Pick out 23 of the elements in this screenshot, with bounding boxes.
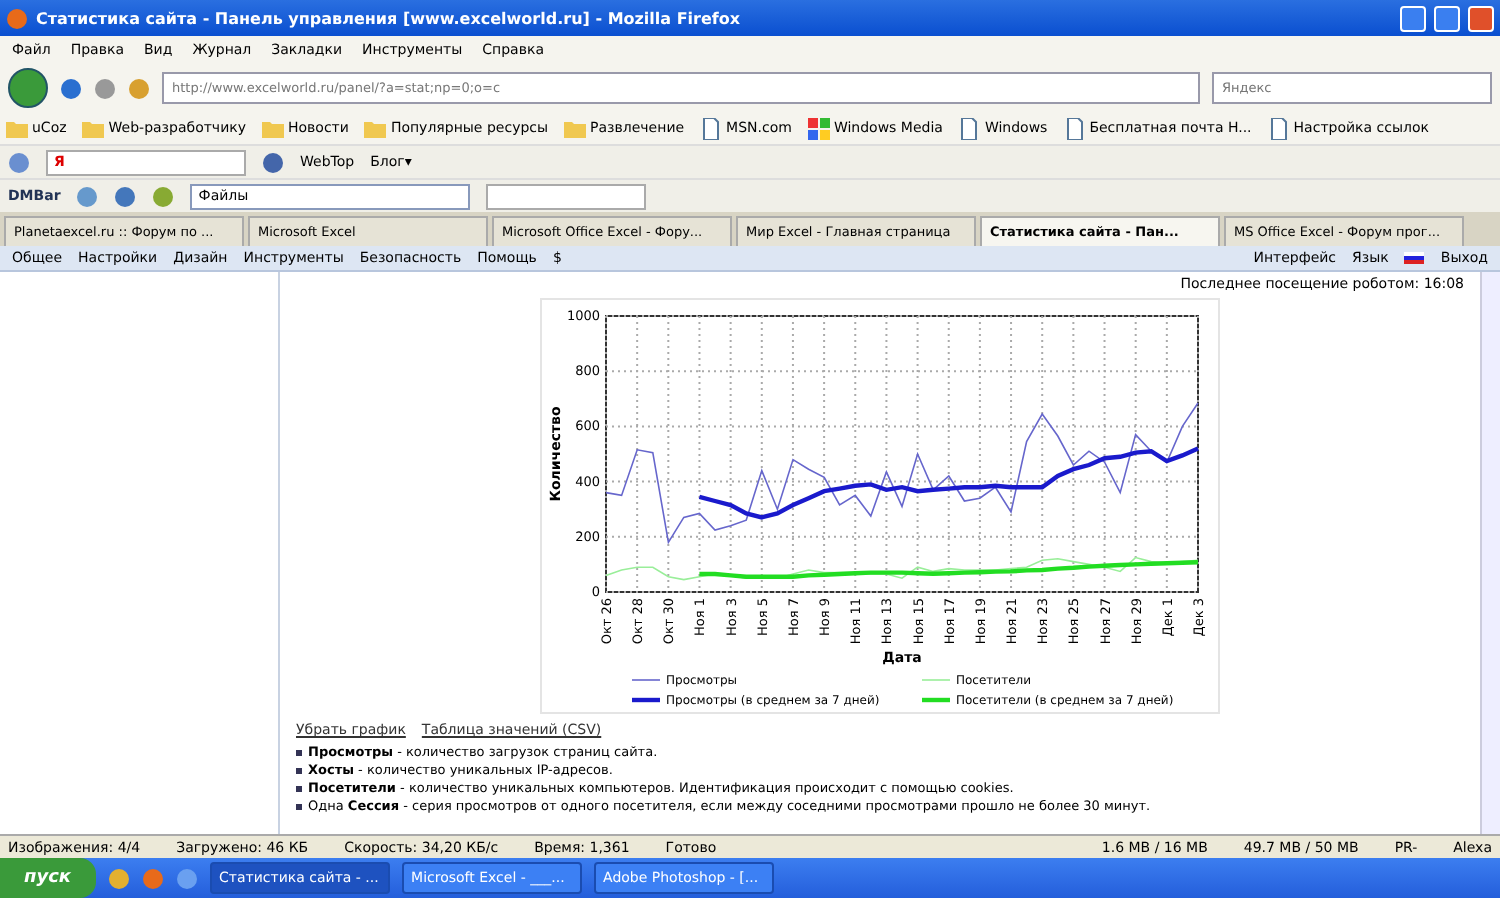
- folder-icon: [82, 117, 105, 139]
- minimize-button[interactable]: [1400, 5, 1426, 31]
- windows-flag-icon: [807, 117, 830, 139]
- toolbar-field[interactable]: [486, 183, 647, 209]
- close-button[interactable]: [1468, 5, 1494, 31]
- bullet-icon: [296, 786, 302, 792]
- page-icon: [1267, 117, 1290, 139]
- start-button[interactable]: пуск: [0, 858, 96, 898]
- page-icon: [958, 117, 981, 139]
- bullet-icon: [296, 768, 302, 774]
- folder-icon: [364, 117, 387, 139]
- page-icon: [700, 117, 723, 139]
- scrollbar[interactable]: [1480, 272, 1500, 834]
- folder-icon: [564, 117, 587, 139]
- back-button[interactable]: [8, 68, 48, 108]
- window-title: Статистика сайта - Панель управления [www.excelworld.ru] - Mozilla Firefox: [36, 9, 743, 27]
- flag-icon: [1404, 252, 1425, 264]
- page-icon: [1063, 117, 1086, 139]
- bullet-icon: [296, 750, 302, 756]
- folder-icon: [6, 117, 28, 139]
- restore-button[interactable]: [1434, 5, 1460, 31]
- bullet-icon: [296, 804, 302, 810]
- folder-icon: [262, 117, 284, 139]
